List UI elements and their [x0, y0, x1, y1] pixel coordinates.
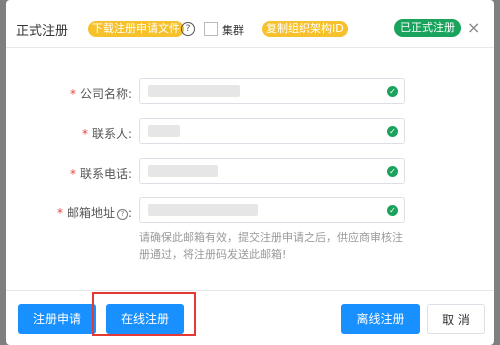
contact-label-text: 联系人: [91, 127, 132, 141]
copy-org-id-link[interactable]: 复制组织架构ID [262, 21, 348, 37]
download-application-link[interactable]: 下载注册申请文件 [88, 21, 184, 37]
check-icon: ✓ [387, 126, 398, 137]
company-name-label-text: 公司名称: [79, 87, 132, 101]
cluster-checkbox[interactable] [204, 22, 218, 36]
phone-input[interactable]: ✓ [139, 158, 405, 184]
redacted-value [148, 85, 240, 97]
contact-label: * 联系人: [20, 125, 132, 142]
email-hint-text: 请确保此邮箱有效，提交注册申请之后，供应商审核注册通过，将注册码发送此邮箱! [139, 231, 403, 261]
offline-register-button[interactable]: 离线注册 [341, 304, 420, 334]
redacted-value [148, 165, 218, 177]
required-mark: * [56, 206, 63, 220]
phone-label-text: 联系电话: [79, 167, 132, 181]
check-icon: ✓ [387, 205, 398, 216]
check-icon: ✓ [387, 86, 398, 97]
required-mark: * [69, 167, 76, 181]
cancel-button[interactable]: 取 消 [427, 304, 485, 334]
company-name-label: * 公司名称: [20, 85, 132, 102]
redacted-value [148, 125, 180, 137]
required-mark: * [81, 127, 88, 141]
status-badge: 已正式注册 [394, 19, 461, 37]
check-icon: ✓ [387, 166, 398, 177]
required-mark: * [69, 87, 76, 101]
help-icon[interactable]: ? [181, 22, 195, 36]
register-apply-button[interactable]: 注册申请 [18, 304, 96, 334]
email-label: * 邮箱地址?: [20, 204, 132, 221]
question-icon[interactable]: ? [116, 209, 128, 220]
highlight-box [92, 292, 196, 336]
cluster-checkbox-label[interactable]: 集群 [222, 22, 244, 38]
redacted-value [148, 204, 258, 216]
email-label-colon: : [127, 206, 132, 220]
close-icon[interactable]: × [467, 20, 480, 36]
email-label-text: 邮箱地址 [66, 206, 115, 220]
dialog-header: 正式注册 下载注册申请文件 ? 集群 复制组织架构ID 已正式注册 × [6, 0, 494, 48]
register-dialog: 正式注册 下载注册申请文件 ? 集群 复制组织架构ID 已正式注册 × * 公司名… [6, 0, 494, 345]
phone-label: * 联系电话: [20, 165, 132, 182]
dialog-footer: 注册申请 在线注册 离线注册 取 消 [6, 290, 494, 345]
dialog-title: 正式注册 [16, 24, 69, 39]
contact-input[interactable]: ✓ [139, 118, 405, 144]
company-name-input[interactable]: ✓ [139, 78, 405, 104]
email-input[interactable]: ✓ [139, 197, 405, 223]
